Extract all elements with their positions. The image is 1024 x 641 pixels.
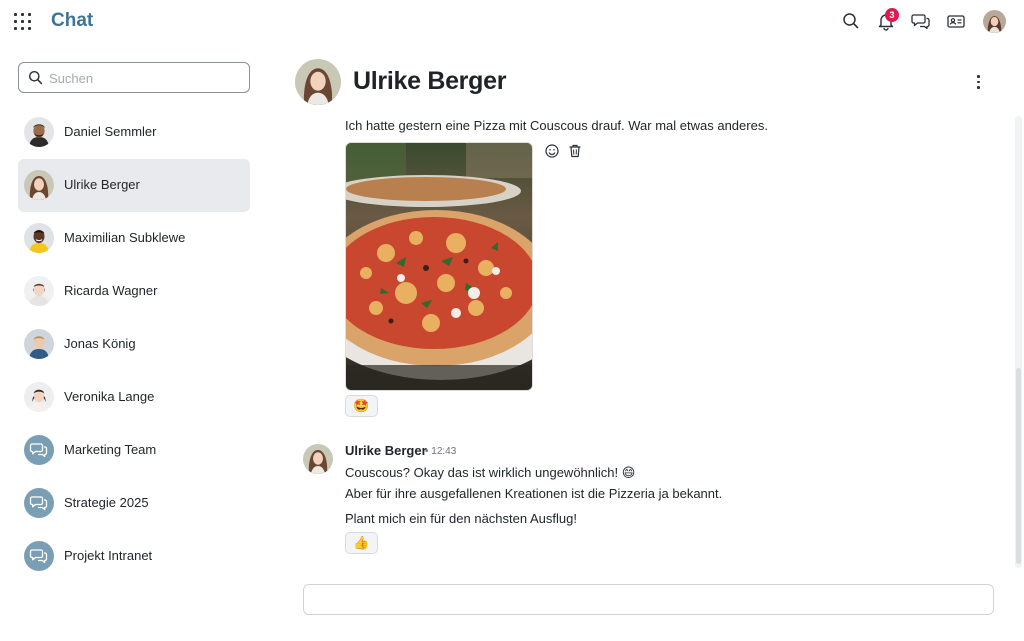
avatar — [24, 170, 54, 200]
contact-name: Marketing Team — [64, 442, 157, 457]
more-vertical-icon[interactable] — [972, 73, 984, 91]
avatar — [24, 382, 54, 412]
search-field[interactable] — [18, 62, 250, 93]
search-icon[interactable] — [841, 11, 861, 31]
message-text: Plant mich ein für den nächsten Ausflug! — [345, 511, 577, 526]
group-chat-icon — [24, 435, 54, 465]
scrollbar-thumb[interactable] — [1016, 368, 1021, 564]
contact-item-daniel-semmler[interactable]: Daniel Semmler — [18, 106, 250, 159]
contact-item-jonas-konig[interactable]: Jonas König — [18, 318, 250, 371]
reaction-button[interactable]: 👍 — [345, 532, 378, 554]
conversation-avatar — [295, 59, 341, 105]
contact-item-marketing-team[interactable]: Marketing Team — [18, 424, 250, 477]
message-text: Aber für ihre ausgefallenen Kreationen i… — [345, 486, 723, 501]
pizza-photo[interactable] — [345, 142, 533, 391]
sender-avatar — [303, 444, 333, 474]
contact-card-icon[interactable] — [946, 11, 966, 31]
top-bar: Chat 3 — [0, 0, 1024, 42]
contact-item-veronika-lange[interactable]: Veronika Lange — [18, 371, 250, 424]
contact-name: Ricarda Wagner — [64, 283, 158, 298]
trash-icon[interactable] — [567, 143, 583, 159]
avatar — [24, 329, 54, 359]
group-chat-icon — [24, 488, 54, 518]
search-icon — [28, 70, 43, 85]
contact-name: Veronika Lange — [64, 389, 155, 404]
reaction-button[interactable]: 🤩 — [345, 395, 378, 417]
message-timestamp: • 12:43 — [425, 446, 457, 457]
message-text: Couscous? Okay das ist wirklich ungewöhn… — [345, 465, 636, 480]
contact-item-maximilian-subklewe[interactable]: Maximilian Subklewe — [18, 212, 250, 265]
message-scrollbar[interactable] — [1015, 116, 1022, 568]
group-chat-icon — [24, 541, 54, 571]
emoji-icon[interactable] — [544, 143, 560, 159]
contact-item-ricarda-wagner[interactable]: Ricarda Wagner — [18, 265, 250, 318]
contact-item-projekt-intranet[interactable]: Projekt Intranet — [18, 530, 250, 583]
contact-name: Daniel Semmler — [64, 124, 157, 139]
contact-name: Jonas König — [64, 336, 136, 351]
conversation-title: Ulrike Berger — [353, 67, 507, 95]
app-title: Chat — [51, 10, 94, 31]
search-input[interactable] — [49, 67, 244, 89]
contact-item-strategie-2025[interactable]: Strategie 2025 — [18, 477, 250, 530]
contact-item-ulrike-berger[interactable]: Ulrike Berger — [18, 159, 250, 212]
user-avatar[interactable] — [983, 10, 1006, 33]
apps-grid-icon[interactable] — [14, 13, 31, 30]
contact-name: Maximilian Subklewe — [64, 230, 186, 245]
contact-name: Strategie 2025 — [64, 495, 149, 510]
contact-name: Projekt Intranet — [64, 548, 153, 563]
avatar — [24, 117, 54, 147]
avatar — [24, 223, 54, 253]
avatar — [24, 276, 54, 306]
message-composer[interactable] — [303, 584, 994, 615]
chat-bubbles-icon[interactable] — [911, 11, 931, 31]
notification-badge: 3 — [885, 8, 899, 22]
message-text: Ich hatte gestern eine Pizza mit Couscou… — [345, 118, 768, 133]
message-input[interactable] — [304, 585, 993, 614]
contact-name: Ulrike Berger — [64, 177, 140, 192]
sender-name: Ulrike Berger — [345, 443, 427, 458]
